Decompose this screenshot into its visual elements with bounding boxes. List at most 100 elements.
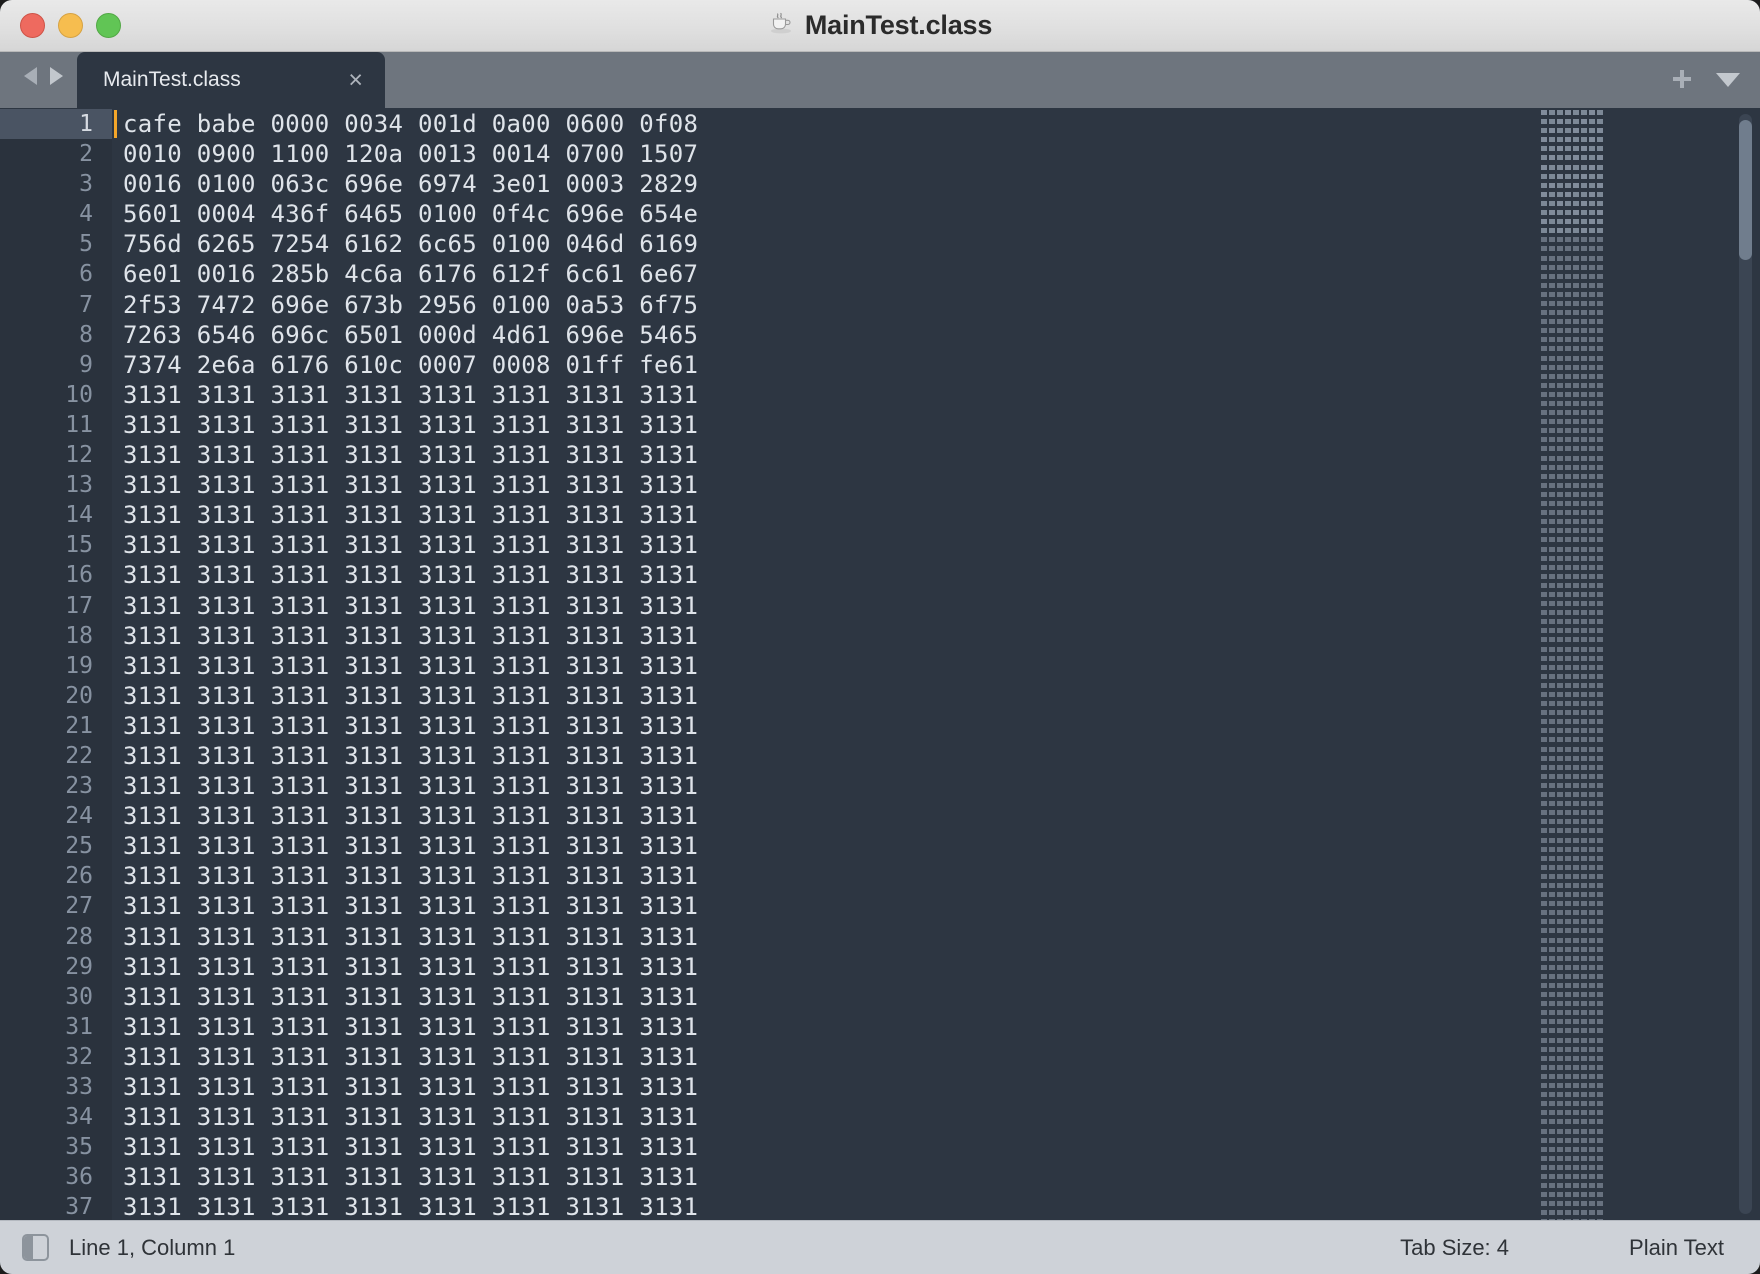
minimap-block xyxy=(1565,519,1571,525)
minimap-block xyxy=(1589,491,1595,497)
code-line[interactable]: 24 3131 3131 3131 3131 3131 3131 3131 313… xyxy=(0,801,1760,832)
code-line[interactable]: 37 3131 3131 3131 3131 3131 3131 3131 313… xyxy=(0,1192,1760,1220)
line-number: 32 xyxy=(0,1041,112,1072)
code-line[interactable]: 7 2f53 7472 696e 673b 2956 0100 0a53 6f75 xyxy=(0,289,1760,320)
code-line[interactable]: 13 3131 3131 3131 3131 3131 3131 3131 313… xyxy=(0,470,1760,501)
code-line[interactable]: 35 3131 3131 3131 3131 3131 3131 3131 313… xyxy=(0,1132,1760,1163)
code-line[interactable]: 32 3131 3131 3131 3131 3131 3131 3131 313… xyxy=(0,1041,1760,1072)
code-line[interactable]: 19 3131 3131 3131 3131 3131 3131 3131 313… xyxy=(0,650,1760,681)
minimap-block xyxy=(1581,255,1587,261)
minimap-row xyxy=(1540,181,1612,190)
minimap-block xyxy=(1565,710,1571,716)
code-line[interactable]: 31 3131 3131 3131 3131 3131 3131 3131 313… xyxy=(0,1011,1760,1042)
code-line[interactable]: 25 3131 3131 3131 3131 3131 3131 3131 313… xyxy=(0,831,1760,862)
minimap-block xyxy=(1557,1146,1563,1152)
tab-maintest-class[interactable]: MainTest.class × xyxy=(77,52,385,108)
minimap-block xyxy=(1581,564,1587,570)
minimap-block xyxy=(1597,373,1603,379)
minimap-block xyxy=(1581,337,1587,343)
code-line[interactable]: 15 3131 3131 3131 3131 3131 3131 3131 313… xyxy=(0,530,1760,561)
new-tab-icon[interactable] xyxy=(1670,67,1694,96)
minimap-block xyxy=(1541,419,1547,425)
minimap-block xyxy=(1557,737,1563,743)
code-line[interactable]: 2 0010 0900 1100 120a 0013 0014 0700 1507 xyxy=(0,139,1760,170)
minimap-block xyxy=(1549,155,1555,161)
code-line[interactable]: 3 0016 0100 063c 696e 6974 3e01 0003 2829 xyxy=(0,169,1760,200)
code-line[interactable]: 9 7374 2e6a 6176 610c 0007 0008 01ff fe61 xyxy=(0,349,1760,380)
minimap-block xyxy=(1581,446,1587,452)
code-editor[interactable]: 1 cafe babe 0000 0034 001d 0a00 0600 0f08… xyxy=(0,108,1760,1220)
code-line[interactable]: 8 7263 6546 696c 6501 000d 4d61 696e 5465 xyxy=(0,319,1760,350)
close-window-button[interactable] xyxy=(20,13,45,38)
code-line[interactable]: 27 3131 3131 3131 3131 3131 3131 3131 313… xyxy=(0,891,1760,922)
code-view[interactable]: 1 cafe babe 0000 0034 001d 0a00 0600 0f08… xyxy=(0,108,1760,1220)
code-line[interactable]: 20 3131 3131 3131 3131 3131 3131 3131 313… xyxy=(0,680,1760,711)
minimap-block xyxy=(1589,1119,1595,1125)
code-line[interactable]: 10 3131 3131 3131 3131 3131 3131 3131 313… xyxy=(0,379,1760,410)
minimap-block xyxy=(1541,191,1547,197)
vertical-scrollbar[interactable] xyxy=(1739,114,1752,1214)
minimap-row xyxy=(1540,172,1612,181)
minimap-block xyxy=(1573,846,1579,852)
minimap-block xyxy=(1581,555,1587,561)
code-line[interactable]: 29 3131 3131 3131 3131 3131 3131 3131 313… xyxy=(0,951,1760,982)
code-line[interactable]: 16 3131 3131 3131 3131 3131 3131 3131 313… xyxy=(0,560,1760,591)
minimap-block xyxy=(1557,573,1563,579)
code-line[interactable]: 14 3131 3131 3131 3131 3131 3131 3131 313… xyxy=(0,500,1760,531)
minimap-row xyxy=(1540,663,1612,672)
minimap-block xyxy=(1557,182,1563,188)
code-line[interactable]: 17 3131 3131 3131 3131 3131 3131 3131 313… xyxy=(0,590,1760,621)
nav-forward-arrow-icon[interactable] xyxy=(46,65,65,92)
code-line[interactable]: 18 3131 3131 3131 3131 3131 3131 3131 313… xyxy=(0,620,1760,651)
line-content: 3131 3131 3131 3131 3131 3131 3131 3131 xyxy=(123,380,699,409)
minimap-block xyxy=(1581,701,1587,707)
code-line[interactable]: 4 5601 0004 436f 6465 0100 0f4c 696e 654e xyxy=(0,199,1760,230)
maximize-window-button[interactable] xyxy=(96,13,121,38)
nav-back-arrow-icon[interactable] xyxy=(22,65,41,92)
code-line[interactable]: 26 3131 3131 3131 3131 3131 3131 3131 313… xyxy=(0,861,1760,892)
code-line[interactable]: 12 3131 3131 3131 3131 3131 3131 3131 313… xyxy=(0,440,1760,471)
scrollbar-thumb[interactable] xyxy=(1739,120,1752,260)
code-line[interactable]: 21 3131 3131 3131 3131 3131 3131 3131 313… xyxy=(0,710,1760,741)
tab-size-label[interactable]: Tab Size: 4 xyxy=(1400,1235,1509,1261)
code-line[interactable]: 11 3131 3131 3131 3131 3131 3131 3131 313… xyxy=(0,409,1760,441)
status-bar-right: Tab Size: 4 Plain Text xyxy=(1400,1235,1724,1261)
code-line[interactable]: 34 3131 3131 3131 3131 3131 3131 3131 313… xyxy=(0,1102,1760,1133)
minimap-block xyxy=(1541,355,1547,361)
tab-close-icon[interactable]: × xyxy=(348,67,363,93)
code-minimap[interactable] xyxy=(1540,108,1612,1220)
minimap-block xyxy=(1541,782,1547,788)
code-line[interactable]: 36 3131 3131 3131 3131 3131 3131 3131 313… xyxy=(0,1162,1760,1193)
code-line[interactable]: 23 3131 3131 3131 3131 3131 3131 3131 313… xyxy=(0,771,1760,802)
code-line[interactable]: 6 6e01 0016 285b 4c6a 6176 612f 6c61 6e67 xyxy=(0,259,1760,290)
minimap-block xyxy=(1557,491,1563,497)
code-line[interactable]: 5 756d 6265 7254 6162 6c65 0100 046d 6169 xyxy=(0,229,1760,260)
code-line[interactable]: 30 3131 3131 3131 3131 3131 3131 3131 313… xyxy=(0,981,1760,1012)
minimap-block xyxy=(1557,746,1563,752)
line-number: 28 xyxy=(0,921,112,952)
code-line[interactable]: 33 3131 3131 3131 3131 3131 3131 3131 313… xyxy=(0,1072,1760,1103)
minimap-block xyxy=(1581,882,1587,888)
sidebar-toggle-icon[interactable] xyxy=(22,1234,49,1261)
tab-menu-chevron-down-icon[interactable] xyxy=(1714,69,1742,94)
minimap-row xyxy=(1540,363,1612,372)
minimap-block xyxy=(1565,146,1571,152)
minimize-window-button[interactable] xyxy=(58,13,83,38)
minimap-block xyxy=(1549,992,1555,998)
code-line[interactable]: 22 3131 3131 3131 3131 3131 3131 3131 313… xyxy=(0,740,1760,772)
syntax-mode-label[interactable]: Plain Text xyxy=(1629,1235,1724,1261)
code-line[interactable]: 1 cafe babe 0000 0034 001d 0a00 0600 0f08 xyxy=(0,109,1760,140)
minimap-block xyxy=(1557,828,1563,834)
minimap-block xyxy=(1573,719,1579,725)
minimap-block xyxy=(1573,792,1579,798)
minimap-block xyxy=(1589,455,1595,461)
minimap-block xyxy=(1541,637,1547,643)
minimap-block xyxy=(1597,519,1603,525)
minimap-block xyxy=(1565,837,1571,843)
minimap-block xyxy=(1597,300,1603,306)
code-line[interactable]: 28 3131 3131 3131 3131 3131 3131 3131 313… xyxy=(0,921,1760,952)
minimap-block xyxy=(1597,210,1603,216)
line-number: 15 xyxy=(0,530,112,561)
minimap-block xyxy=(1557,1064,1563,1070)
minimap-block xyxy=(1549,282,1555,288)
